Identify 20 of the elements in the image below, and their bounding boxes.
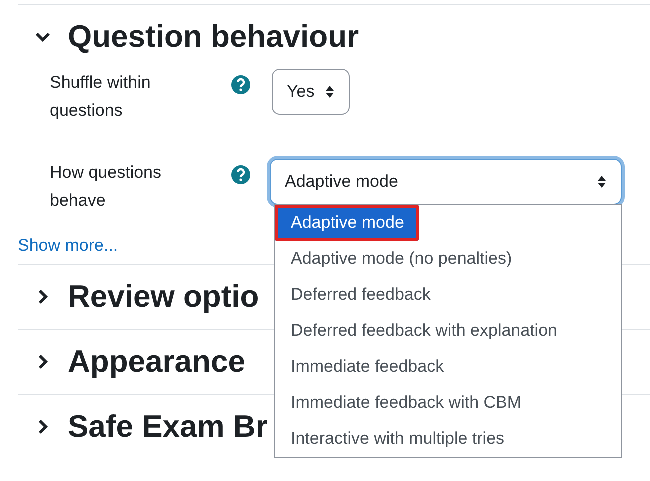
show-more-link[interactable]: Show more... bbox=[18, 233, 118, 258]
dropdown-option[interactable]: Adaptive mode bbox=[275, 205, 419, 241]
dropdown-option[interactable]: Deferred feedback bbox=[275, 277, 621, 313]
field-label: Shuffle within questions bbox=[50, 72, 152, 122]
dropdown-option[interactable]: Deferred feedback with explanation bbox=[275, 313, 621, 349]
section-heading: Question behaviour bbox=[68, 18, 360, 56]
dropdown-option[interactable]: Adaptive mode (no penalties) bbox=[275, 241, 621, 277]
select-field[interactable]: Yes bbox=[272, 69, 350, 115]
sort-arrows-icon bbox=[597, 175, 607, 189]
select-field[interactable]: Adaptive mode bbox=[270, 159, 622, 205]
section-heading: Appearance bbox=[68, 342, 246, 380]
section-heading: Safe Exam Br bbox=[68, 408, 268, 446]
sort-arrows-icon bbox=[324, 85, 335, 99]
dropdown-option[interactable]: Immediate feedback with CBM bbox=[275, 385, 621, 421]
field-label: How questions behave bbox=[50, 162, 163, 212]
help-icon[interactable] bbox=[230, 165, 252, 185]
section-heading: Review optio bbox=[68, 278, 260, 316]
dropdown-option[interactable]: Immediate feedback bbox=[275, 349, 621, 385]
help-icon[interactable] bbox=[230, 75, 252, 95]
dropdown-option[interactable]: Interactive with multiple tries bbox=[275, 421, 621, 457]
